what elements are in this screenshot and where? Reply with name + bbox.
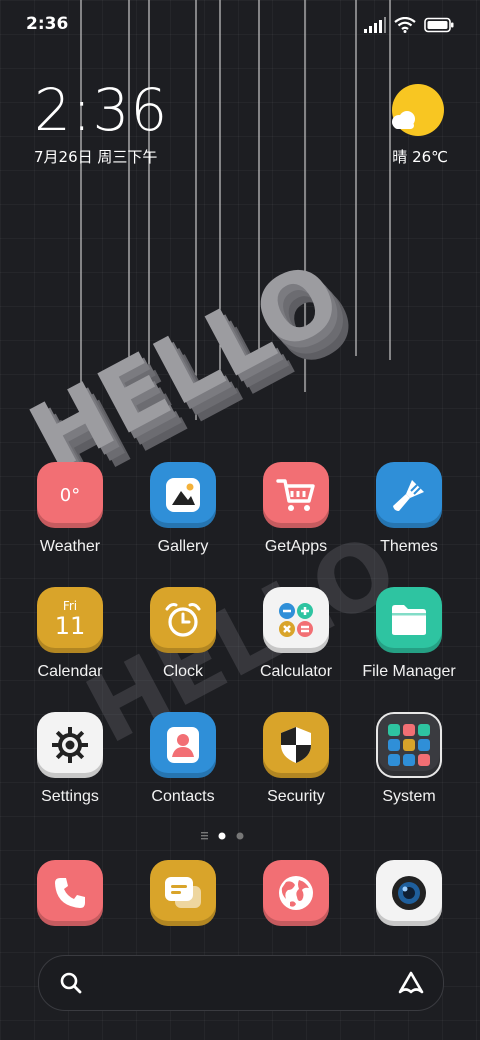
calendar-icon: Fri 11 — [37, 587, 103, 653]
search-bar[interactable] — [38, 955, 444, 1011]
brush-icon — [376, 462, 442, 528]
status-time: 2:36 — [26, 14, 69, 34]
folder-grid-icon — [376, 712, 442, 778]
weather-icon-temp: 0° — [59, 484, 81, 506]
browser-globe-icon — [279, 876, 313, 910]
dock-camera[interactable] — [376, 860, 442, 926]
assistant-button[interactable] — [397, 970, 425, 1000]
app-getapps[interactable]: GetApps — [241, 462, 351, 556]
cart-icon — [263, 462, 329, 528]
app-label: Gallery — [157, 538, 209, 555]
weather-summary: 晴 26℃ — [392, 146, 448, 167]
app-calculator[interactable]: Calculator — [241, 587, 351, 681]
app-label: File Manager — [362, 663, 456, 680]
app-label: Clock — [162, 663, 203, 680]
dock-phone[interactable] — [37, 860, 103, 926]
signal-icon — [364, 17, 386, 33]
shield-icon — [263, 712, 329, 778]
app-label: Security — [267, 788, 325, 805]
status-bar: 2:36 — [0, 0, 480, 50]
calendar-icon-day: Fri — [62, 599, 78, 613]
app-label: Weather — [39, 538, 101, 555]
app-file-manager[interactable]: File Manager — [354, 587, 464, 681]
app-label: Themes — [380, 538, 438, 555]
app-label: Calculator — [259, 663, 333, 680]
app-label: Calendar — [37, 663, 103, 680]
contact-icon — [150, 712, 216, 778]
battery-icon — [424, 17, 454, 33]
page-dot — [236, 832, 244, 840]
app-label: System — [382, 788, 436, 805]
assistant-icon — [398, 971, 424, 994]
app-gallery[interactable]: Gallery — [128, 462, 238, 556]
alarm-clock-icon — [150, 587, 216, 653]
folder-icon — [376, 587, 442, 653]
clock-widget-date: 7月26日 周三下午 — [34, 148, 158, 166]
cloud-icon — [392, 111, 415, 129]
app-label: Contacts — [151, 788, 215, 805]
app-security[interactable]: Security — [241, 712, 351, 806]
weather-condition: 晴 — [392, 148, 408, 166]
page-dot-active — [218, 832, 226, 840]
calendar-icon-date: 11 — [54, 612, 86, 640]
app-system-folder[interactable]: System — [354, 712, 464, 806]
dock-messages[interactable] — [150, 860, 216, 926]
app-settings[interactable]: Settings — [15, 712, 125, 806]
app-calendar[interactable]: Fri 11 Calendar — [15, 587, 125, 681]
search-button[interactable] — [59, 971, 83, 999]
app-weather[interactable]: 0° Weather — [15, 462, 125, 556]
page-indicator[interactable] — [200, 830, 250, 842]
wifi-icon — [394, 17, 416, 33]
app-contacts[interactable]: Contacts — [128, 712, 238, 806]
calculator-icon — [263, 587, 329, 653]
gear-icon — [37, 712, 103, 778]
clock-widget[interactable]: 2:36 7月26日 周三下午 — [34, 78, 168, 167]
weather-widget[interactable]: 晴 26℃ — [358, 82, 448, 172]
home-list-icon — [201, 832, 208, 840]
weather-temperature: 26℃ — [412, 148, 448, 166]
weather-icon: 0° — [37, 462, 103, 528]
status-icons — [364, 14, 454, 36]
clock-widget-time: 2:36 — [34, 76, 169, 144]
app-label: Settings — [41, 788, 99, 805]
message-icon — [165, 877, 201, 908]
app-clock[interactable]: Clock — [128, 587, 238, 681]
app-themes[interactable]: Themes — [354, 462, 464, 556]
dock-browser[interactable] — [263, 860, 329, 926]
camera-icon — [392, 876, 426, 910]
search-icon — [60, 972, 82, 994]
phone-icon — [55, 878, 85, 908]
gallery-icon — [150, 462, 216, 528]
app-label: GetApps — [264, 538, 328, 555]
